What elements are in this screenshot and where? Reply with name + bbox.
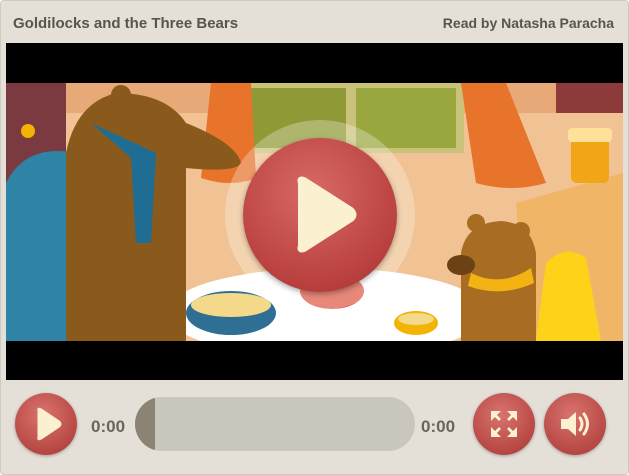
player-header: Goldilocks and the Three Bears Read by N… (1, 1, 628, 43)
duration: 0:00 (421, 417, 456, 436)
story-title: Goldilocks and the Three Bears (13, 15, 239, 32)
big-play-button[interactable] (225, 120, 415, 310)
fullscreen-icon (491, 411, 517, 437)
fullscreen-button[interactable] (473, 393, 535, 455)
big-play-disc (243, 138, 397, 292)
volume-icon (561, 412, 589, 436)
play-icon (297, 176, 357, 253)
seek-handle[interactable] (135, 397, 155, 451)
current-time: 0:00 (91, 417, 126, 436)
play-icon (37, 407, 62, 441)
reader-credit: Read by Natasha Paracha (442, 15, 614, 31)
video-area[interactable] (6, 43, 623, 380)
control-bar: 0:00 0:00 (1, 381, 628, 474)
video-player: Goldilocks and the Three Bears Read by N… (0, 0, 629, 475)
volume-button[interactable] (544, 393, 606, 455)
seek-bar[interactable] (135, 397, 415, 451)
play-button[interactable] (15, 393, 77, 455)
